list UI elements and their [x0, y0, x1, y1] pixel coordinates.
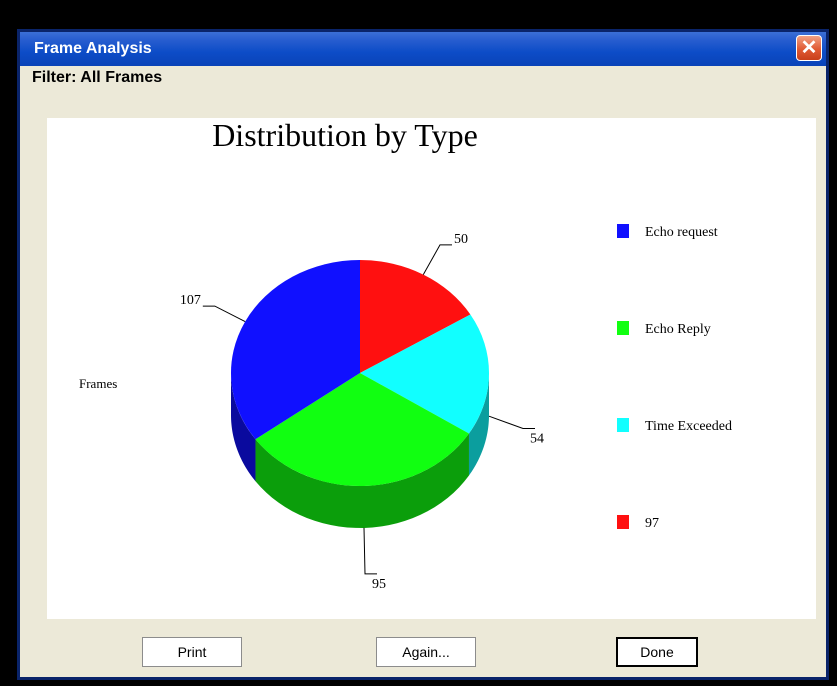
- chart-legend: Echo request Echo Reply Time Exceeded 97: [617, 224, 732, 531]
- print-button[interactable]: Print: [142, 637, 242, 667]
- legend-label-0: Echo request: [645, 225, 718, 240]
- again-button[interactable]: Again...: [376, 637, 476, 667]
- window-title: Frame Analysis: [34, 40, 152, 57]
- legend-label-3: 97: [645, 516, 659, 531]
- legend-swatch-2: [617, 418, 629, 432]
- done-button[interactable]: Done: [616, 637, 698, 667]
- legend-swatch-3: [617, 515, 629, 529]
- close-button[interactable]: ✕: [796, 35, 822, 61]
- legend-label-2: Time Exceeded: [645, 419, 732, 434]
- leader-line-1: [488, 415, 535, 429]
- frame-analysis-window: Frame Analysis ✕ Filter: All Frames Dist…: [17, 29, 829, 680]
- chart-title: Distribution by Type: [212, 118, 478, 153]
- y-axis-label: Frames: [79, 376, 117, 391]
- pie-value-label-1: 54: [530, 432, 544, 447]
- legend-label-1: Echo Reply: [645, 322, 711, 337]
- pie-value-label-2: 95: [372, 577, 386, 592]
- pie-value-label-3: 107: [180, 293, 201, 308]
- legend-swatch-0: [617, 224, 629, 238]
- legend-swatch-1: [617, 321, 629, 335]
- pie-value-label-0: 50: [454, 232, 468, 247]
- leader-line-0: [422, 244, 452, 275]
- leader-line-2: [363, 527, 377, 575]
- pie-top-layer: [231, 260, 490, 487]
- leader-line-3: [202, 305, 246, 323]
- pie-chart: Distribution by Type Frames 50 54 95 107 Ec…: [79, 117, 732, 592]
- title-bar[interactable]: Frame Analysis ✕: [20, 32, 826, 66]
- filter-label: Filter: All Frames: [32, 69, 163, 86]
- chart-panel: Distribution by Type Frames 50 54 95 107 Ec…: [47, 117, 816, 619]
